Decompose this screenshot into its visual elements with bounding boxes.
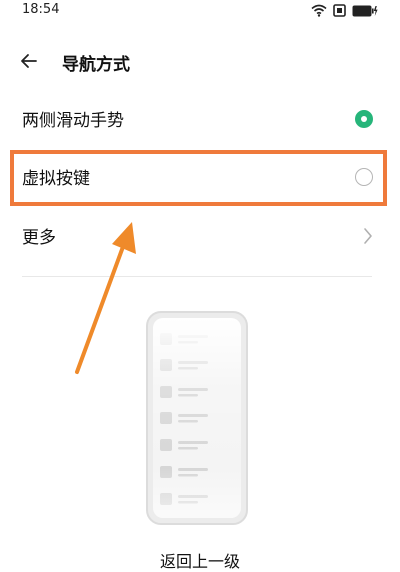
status-icons bbox=[311, 4, 378, 17]
phone-illustration bbox=[146, 311, 248, 525]
arrow-left-icon[interactable] bbox=[18, 50, 40, 72]
chevron-right-icon bbox=[364, 228, 372, 244]
option-more[interactable]: 更多 bbox=[0, 208, 400, 264]
option-virtual-keys-label: 虚拟按键 bbox=[22, 169, 90, 189]
radio-gestures-selected[interactable] bbox=[355, 110, 373, 128]
option-gestures-label: 两侧滑动手势 bbox=[22, 111, 124, 131]
option-gestures[interactable]: 两侧滑动手势 bbox=[0, 91, 400, 147]
header: 导航方式 bbox=[0, 44, 400, 80]
option-virtual-keys[interactable]: 虚拟按键 bbox=[0, 149, 400, 205]
status-time: 18:54 bbox=[22, 2, 60, 17]
option-more-label: 更多 bbox=[22, 228, 56, 248]
page-title: 导航方式 bbox=[62, 55, 130, 75]
illustration-caption: 返回上一级 bbox=[159, 552, 240, 571]
screen-icon bbox=[333, 4, 346, 17]
battery-charging-icon bbox=[352, 5, 378, 16]
radio-virtual-keys-unselected[interactable] bbox=[355, 168, 373, 186]
divider bbox=[22, 276, 372, 277]
wifi-icon bbox=[311, 4, 327, 17]
status-bar: 18:54 bbox=[0, 0, 400, 28]
